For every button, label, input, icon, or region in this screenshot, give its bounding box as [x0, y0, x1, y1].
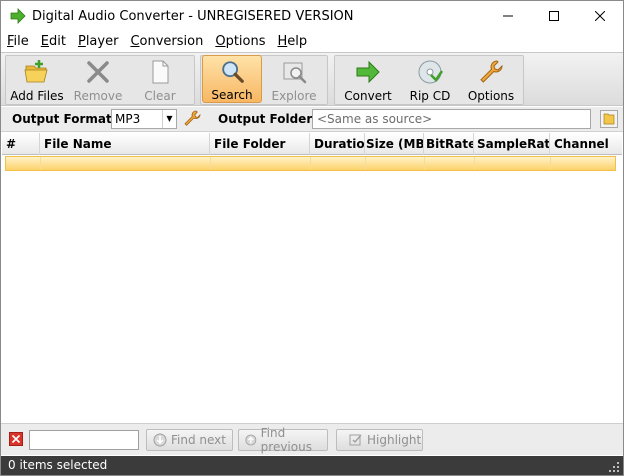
menu-conversion-label: onversion: [139, 33, 204, 49]
row-divider: [210, 157, 211, 170]
status-bar: 0 items selected: [1, 456, 623, 475]
convert-button[interactable]: Convert: [338, 55, 398, 103]
blank-page-icon: [152, 60, 169, 84]
minimize-button[interactable]: [485, 1, 531, 31]
convert-label: Convert: [344, 89, 392, 103]
row-divider: [474, 157, 475, 170]
title-bar[interactable]: Digital Audio Converter - UNREGISERED VE…: [1, 1, 623, 31]
explore-image-icon: [283, 62, 307, 84]
find-previous-icon: [245, 434, 257, 446]
folder-open-icon: [24, 60, 48, 83]
find-next-label: Find next: [171, 433, 226, 447]
remove-button[interactable]: Remove: [68, 55, 128, 103]
menu-conversion[interactable]: Conversion: [130, 34, 203, 49]
close-find-bar-button[interactable]: [9, 432, 23, 446]
options-button[interactable]: Options: [461, 55, 521, 103]
cd-disc-icon: [418, 60, 444, 84]
minimize-icon: [503, 15, 513, 17]
format-settings-wrench-icon[interactable]: [183, 110, 201, 128]
menu-options[interactable]: Options: [215, 34, 265, 49]
menu-conversion-key: C: [130, 33, 140, 49]
window-title: Digital Audio Converter - UNREGISERED VE…: [32, 8, 354, 24]
output-format-label: Output Format:: [12, 112, 117, 126]
maximize-button[interactable]: [531, 1, 577, 31]
column-header-channel[interactable]: Channel: [550, 133, 622, 155]
menu-options-label: ptions: [225, 33, 266, 49]
row-divider: [365, 157, 366, 170]
menu-edit[interactable]: Edit: [41, 34, 66, 49]
menu-player[interactable]: Player: [78, 34, 118, 49]
column-header-index[interactable]: #: [2, 133, 40, 155]
toolbar: Add Files Remove Clear Search Explore Co…: [1, 52, 623, 106]
clear-button[interactable]: Clear: [130, 55, 190, 103]
resize-grip-icon[interactable]: [608, 461, 620, 473]
column-header-duration[interactable]: Duration: [310, 133, 365, 155]
explore-button[interactable]: Explore: [264, 55, 324, 103]
highlight-button[interactable]: Highlight: [336, 429, 423, 451]
menu-player-key: P: [77, 33, 86, 49]
output-format-value: MP3: [115, 112, 141, 126]
menu-help[interactable]: Help: [278, 34, 308, 49]
menu-file-label: ile: [13, 33, 29, 49]
explore-label: Explore: [271, 89, 317, 103]
column-header-file-folder[interactable]: File Folder: [210, 133, 310, 155]
options-label: Options: [467, 89, 515, 103]
find-previous-label: Find previous: [260, 426, 312, 454]
close-button[interactable]: [577, 1, 623, 31]
rip-cd-label: Rip CD: [409, 89, 451, 103]
menu-player-label: layer: [85, 33, 119, 49]
wrench-icon: [480, 60, 503, 83]
column-header-samplerate[interactable]: SampleRate: [474, 133, 550, 155]
column-header-bitrate[interactable]: BitRate: [424, 133, 474, 155]
output-settings-row: Output Format: MP3 ▼ Output Folder:: [1, 107, 623, 132]
row-divider: [310, 157, 311, 170]
browse-folder-icon[interactable]: [600, 110, 618, 128]
dropdown-arrow-icon[interactable]: ▼: [162, 110, 176, 128]
remove-x-icon: [87, 61, 109, 83]
find-input[interactable]: [29, 430, 139, 450]
file-list-grid[interactable]: # File Name File Folder Duration Size (M…: [2, 133, 622, 423]
close-icon: [595, 11, 605, 21]
highlight-label: Highlight: [367, 433, 422, 447]
menu-edit-key: E: [40, 33, 49, 49]
add-files-button[interactable]: Add Files: [7, 55, 67, 103]
output-format-select[interactable]: MP3 ▼: [111, 109, 177, 129]
rip-cd-button[interactable]: Rip CD: [400, 55, 460, 103]
close-x-icon: [11, 434, 21, 444]
grid-header: # File Name File Folder Duration Size (M…: [2, 133, 622, 155]
app-window: Digital Audio Converter - UNREGISERED VE…: [0, 0, 624, 476]
add-files-label: Add Files: [10, 89, 64, 103]
output-folder-input[interactable]: [312, 109, 591, 129]
menu-options-key: O: [215, 33, 226, 49]
search-label: Search: [211, 88, 253, 102]
menu-edit-label: dit: [49, 33, 66, 49]
status-text: 0 items selected: [8, 458, 108, 472]
row-divider: [424, 157, 425, 170]
menu-help-key: H: [277, 33, 288, 49]
remove-label: Remove: [73, 89, 123, 103]
convert-arrow-icon: [356, 60, 380, 84]
column-header-size[interactable]: Size (MB): [365, 133, 424, 155]
find-next-icon: [153, 433, 167, 447]
menu-file[interactable]: File: [7, 34, 29, 49]
row-divider: [40, 157, 41, 170]
find-bar: Find next Find previous Highlight: [1, 423, 623, 455]
highlight-icon: [349, 434, 362, 446]
column-header-file-name[interactable]: File Name: [40, 133, 210, 155]
output-folder-label: Output Folder:: [218, 112, 318, 126]
table-row[interactable]: [5, 156, 616, 171]
find-next-button[interactable]: Find next: [146, 429, 233, 451]
clear-label: Clear: [144, 89, 176, 103]
row-divider: [550, 157, 551, 170]
find-previous-button[interactable]: Find previous: [238, 426, 328, 454]
menu-bar: File Edit Player Conversion Options Help: [1, 31, 623, 51]
arrow-right-icon: [10, 8, 26, 24]
search-button[interactable]: Search: [202, 55, 262, 103]
maximize-icon: [549, 11, 559, 21]
menu-help-label: elp: [287, 33, 308, 49]
magnifier-icon: [222, 61, 244, 83]
